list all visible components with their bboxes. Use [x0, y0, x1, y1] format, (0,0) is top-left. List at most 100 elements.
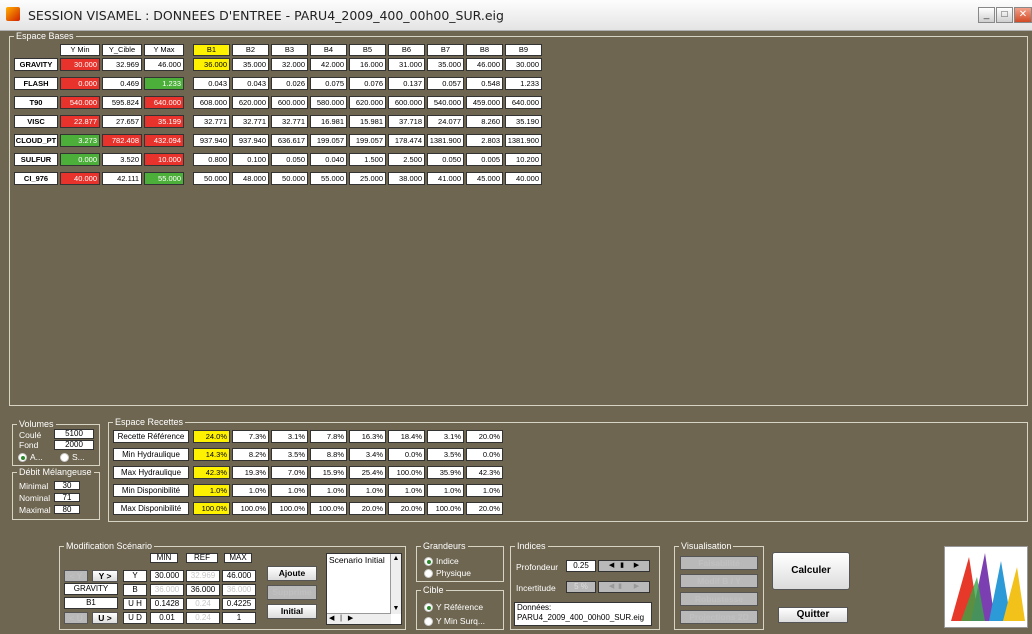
supprime-button[interactable]: Supprime [267, 585, 317, 600]
recette-cell[interactable]: 100.0% [310, 502, 347, 515]
list-vscrollbar[interactable]: ▲ ▼ [390, 554, 401, 614]
y-cell[interactable]: 32.969 [102, 58, 142, 71]
b-cell[interactable]: 0.043 [193, 77, 230, 90]
b-header-9[interactable]: B9 [505, 44, 542, 56]
b-cell[interactable]: 41.000 [427, 172, 464, 185]
recette-cell[interactable]: 15.9% [310, 466, 347, 479]
recette-cell[interactable]: 18.4% [388, 430, 425, 443]
robustesse-button[interactable]: Robustesse [680, 592, 758, 606]
b-cell[interactable]: 0.040 [310, 153, 347, 166]
b-cell[interactable]: 580.000 [310, 96, 347, 109]
b-cell[interactable]: 540.000 [427, 96, 464, 109]
b-header-2[interactable]: B2 [232, 44, 269, 56]
b-cell[interactable]: 0.005 [466, 153, 503, 166]
y-cell[interactable]: 27.657 [102, 115, 142, 128]
row-y-max[interactable]: 46.000 [222, 570, 256, 582]
recette-cell[interactable]: 1.0% [349, 484, 386, 497]
b-cell[interactable]: 35.000 [232, 58, 269, 71]
recette-cell[interactable]: 3.1% [271, 430, 308, 443]
b-cell[interactable]: 16.000 [349, 58, 386, 71]
b-cell[interactable]: 620.000 [349, 96, 386, 109]
recette-cell[interactable]: 3.5% [271, 448, 308, 461]
b-cell[interactable]: 1.500 [349, 153, 386, 166]
y-cell[interactable]: 0.000 [60, 153, 100, 166]
base-row-label[interactable]: VISC [14, 115, 58, 128]
recette-cell[interactable]: 1.0% [271, 484, 308, 497]
b-cell[interactable]: 32.771 [271, 115, 308, 128]
recette-cell[interactable]: 16.3% [349, 430, 386, 443]
recette-cell[interactable]: 1.0% [466, 484, 503, 497]
y-cell[interactable]: 432.094 [144, 134, 184, 147]
b-cell[interactable]: 16.981 [310, 115, 347, 128]
incertitude-input[interactable]: 5 % [566, 581, 596, 593]
faisabilite-button[interactable]: Faisabilité [680, 556, 758, 570]
b-cell[interactable]: 1381.900 [427, 134, 464, 147]
recette-cell[interactable]: 7.8% [310, 430, 347, 443]
y-cell[interactable]: 46.000 [144, 58, 184, 71]
cible-ymin-option[interactable]: Y Min Surq... [424, 616, 485, 627]
b-cell[interactable]: 36.000 [193, 58, 230, 71]
maximal-input[interactable]: 80 [54, 505, 80, 514]
b-header-5[interactable]: B5 [349, 44, 386, 56]
y-cell[interactable]: 10.000 [144, 153, 184, 166]
recette-cell[interactable]: 1.0% [310, 484, 347, 497]
modif-by-button[interactable]: Modif B / Y [680, 574, 758, 588]
b-cell[interactable]: 45.000 [466, 172, 503, 185]
row-uh-min[interactable]: 0.1428 [150, 598, 184, 610]
b-header-1[interactable]: B1 [193, 44, 230, 56]
row-uh-max[interactable]: 0.4225 [222, 598, 256, 610]
y-cell[interactable]: 540.000 [60, 96, 100, 109]
b-cell[interactable]: 178.474 [388, 134, 425, 147]
b-cell[interactable]: 0.057 [427, 77, 464, 90]
y-cell[interactable]: 595.824 [102, 96, 142, 109]
base-row-label[interactable]: CI_976 [14, 172, 58, 185]
recette-cell[interactable]: 14.3% [193, 448, 230, 461]
b-cell[interactable]: 15.981 [349, 115, 386, 128]
b-cell[interactable]: 2.803 [466, 134, 503, 147]
b-cell[interactable]: 46.000 [466, 58, 503, 71]
recette-cell[interactable]: 20.0% [466, 430, 503, 443]
volume-radio-s[interactable]: S... [60, 452, 85, 463]
b-cell[interactable]: 8.260 [466, 115, 503, 128]
projections-button[interactable]: Projections 2D [680, 610, 758, 624]
b-cell[interactable]: 35.190 [505, 115, 542, 128]
b-cell[interactable]: 55.000 [310, 172, 347, 185]
b-cell[interactable]: 0.100 [232, 153, 269, 166]
recette-cell[interactable]: 24.0% [193, 430, 230, 443]
b-cell[interactable]: 1381.900 [505, 134, 542, 147]
b-cell[interactable]: 10.200 [505, 153, 542, 166]
close-button[interactable]: ✕ [1014, 7, 1032, 23]
minimize-button[interactable]: _ [978, 7, 995, 23]
b-header-4[interactable]: B4 [310, 44, 347, 56]
y-cell[interactable]: 22.877 [60, 115, 100, 128]
row-y-min[interactable]: 30.000 [150, 570, 184, 582]
b-cell[interactable]: 0.050 [427, 153, 464, 166]
b-cell[interactable]: 0.026 [271, 77, 308, 90]
recette-cell[interactable]: 100.0% [388, 466, 425, 479]
b-cell[interactable]: 640.000 [505, 96, 542, 109]
recette-cell[interactable]: 0.0% [388, 448, 425, 461]
recette-cell[interactable]: 3.5% [427, 448, 464, 461]
profondeur-input[interactable]: 0.25 [566, 560, 596, 572]
b-cell[interactable]: 31.000 [388, 58, 425, 71]
quitter-button[interactable]: Quitter [778, 607, 848, 623]
recette-cell[interactable]: 100.0% [271, 502, 308, 515]
y-cell[interactable]: 3.520 [102, 153, 142, 166]
y-cell[interactable]: 0.000 [60, 77, 100, 90]
recette-cell[interactable]: 25.4% [349, 466, 386, 479]
b-header-8[interactable]: B8 [466, 44, 503, 56]
recette-cell[interactable]: 0.0% [466, 448, 503, 461]
recette-cell[interactable]: 8.2% [232, 448, 269, 461]
b-cell[interactable]: 199.057 [310, 134, 347, 147]
b-cell[interactable]: 636.617 [271, 134, 308, 147]
recette-cell[interactable]: 100.0% [193, 502, 230, 515]
maximize-button[interactable]: □ [996, 7, 1013, 23]
list-hscrollbar[interactable]: ◀ | ▶ [327, 613, 391, 624]
b-cell[interactable]: 459.000 [466, 96, 503, 109]
b-cell[interactable]: 50.000 [193, 172, 230, 185]
row-b-ref[interactable]: 36.000 [186, 584, 220, 596]
recette-cell[interactable]: 42.3% [193, 466, 230, 479]
recette-cell[interactable]: 1.0% [427, 484, 464, 497]
recette-cell[interactable]: 7.3% [232, 430, 269, 443]
b-cell[interactable]: 32.771 [193, 115, 230, 128]
